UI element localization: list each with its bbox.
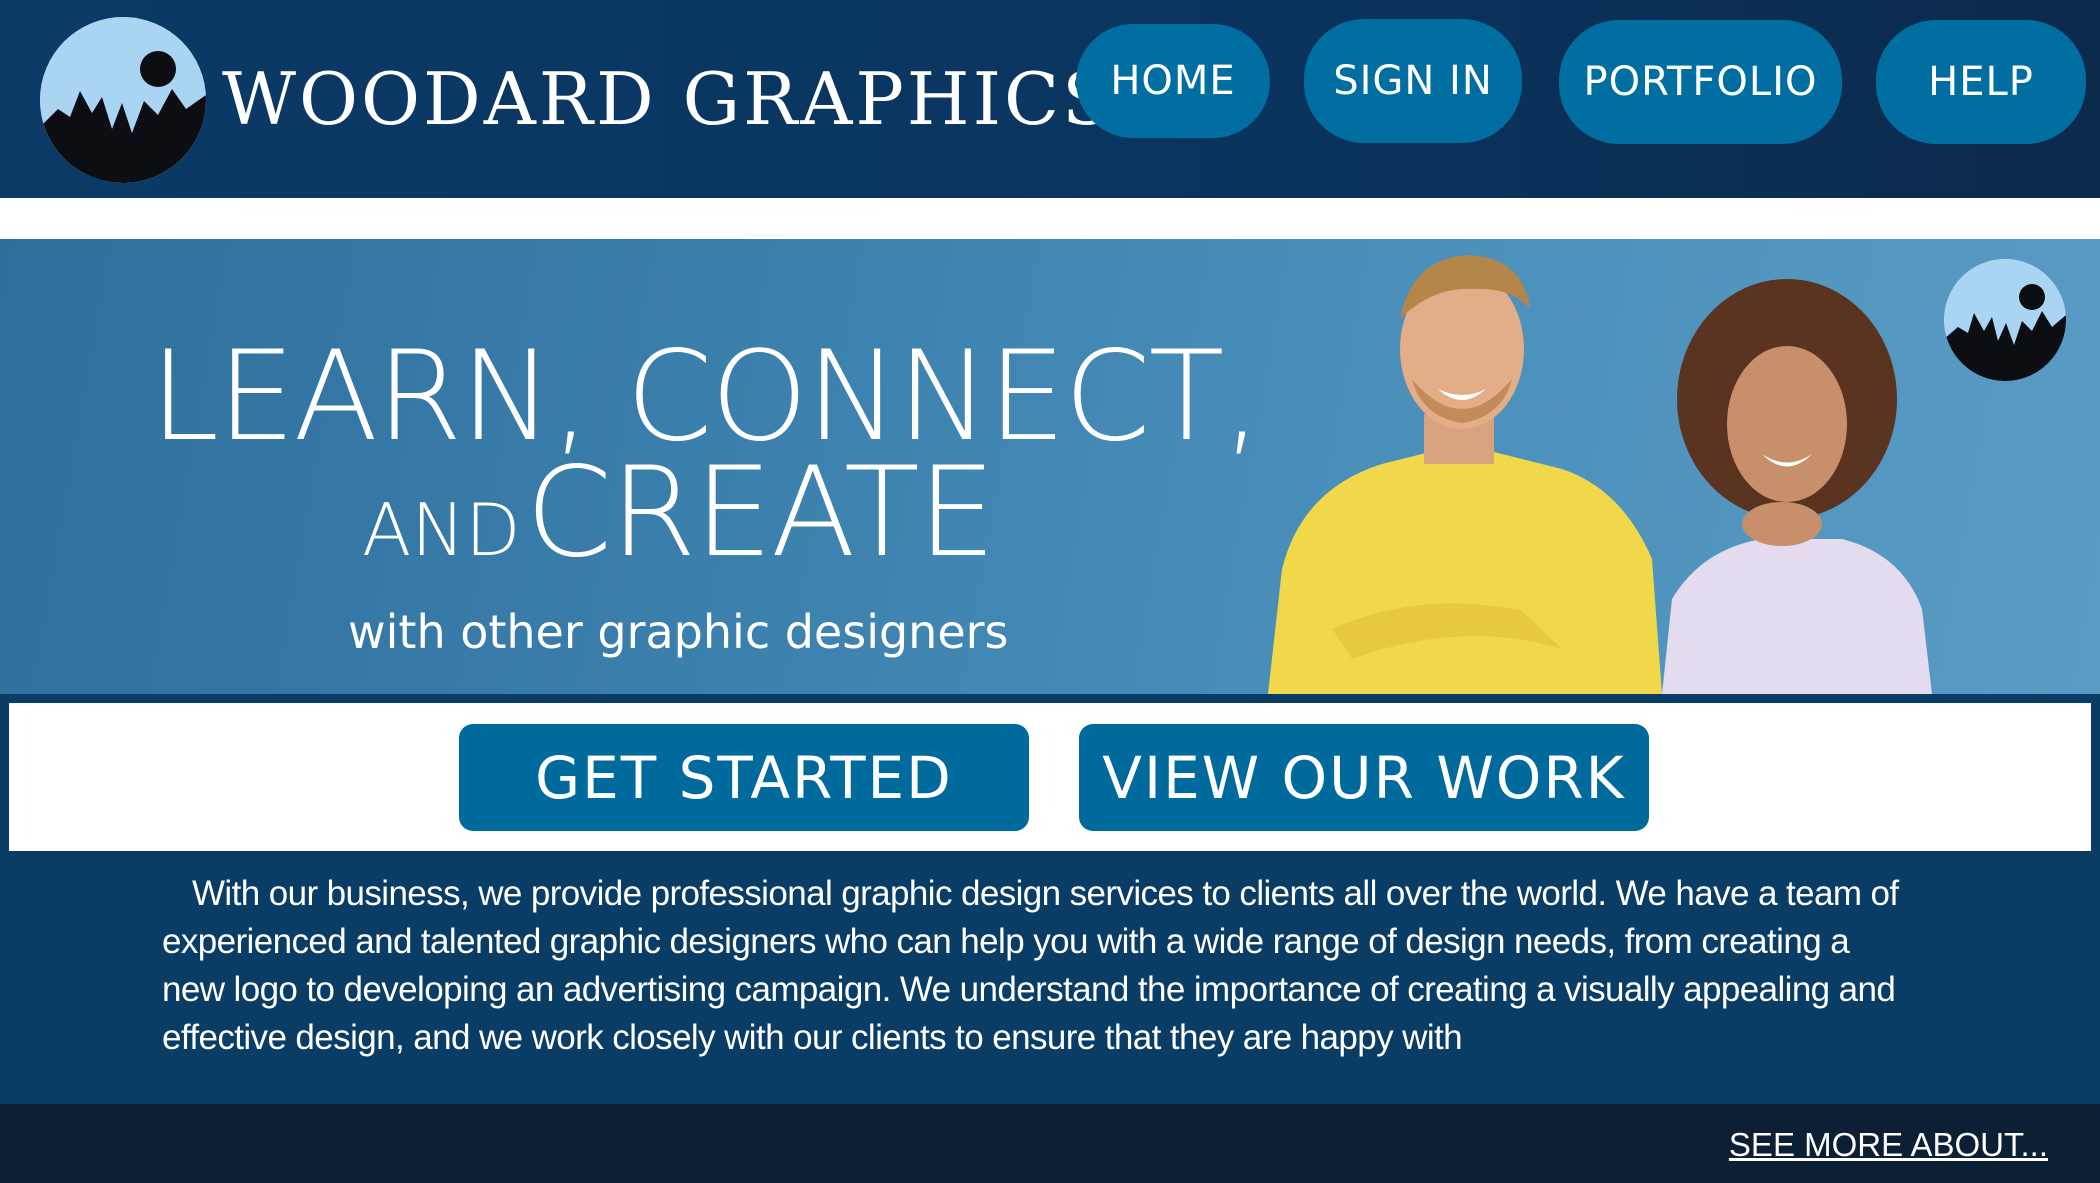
hero-logo-icon: [1944, 259, 2066, 381]
hero-headline-line2: AND CREATE: [362, 451, 996, 575]
nav-sign-in-button[interactable]: SIGN IN: [1304, 19, 1522, 143]
get-started-button[interactable]: GET STARTED: [459, 724, 1029, 831]
nav-portfolio-button[interactable]: PORTFOLIO: [1559, 20, 1842, 144]
view-our-work-button[interactable]: VIEW OUR WORK: [1079, 724, 1649, 831]
smiling-designers-photo: [1262, 239, 1962, 694]
hero-subtitle: with other graphic designers: [348, 605, 1009, 659]
description-text: With our business, we provide profession…: [162, 874, 1899, 1057]
hero-create-word: CREATE: [525, 441, 996, 585]
nav-help-button[interactable]: HELP: [1876, 20, 2086, 144]
see-more-about-link[interactable]: SEE MORE ABOUT...: [1729, 1126, 2048, 1164]
hero-and-word: AND: [362, 488, 521, 572]
brand-name: WOODARD GRAPHICS: [222, 57, 1115, 141]
nav-home-button[interactable]: HOME: [1076, 24, 1270, 138]
brand-logo-icon[interactable]: [40, 17, 206, 183]
hero-banner: LEARN, CONNECT, AND CREATE with other gr…: [0, 239, 2100, 694]
cta-panel: [9, 703, 2091, 851]
